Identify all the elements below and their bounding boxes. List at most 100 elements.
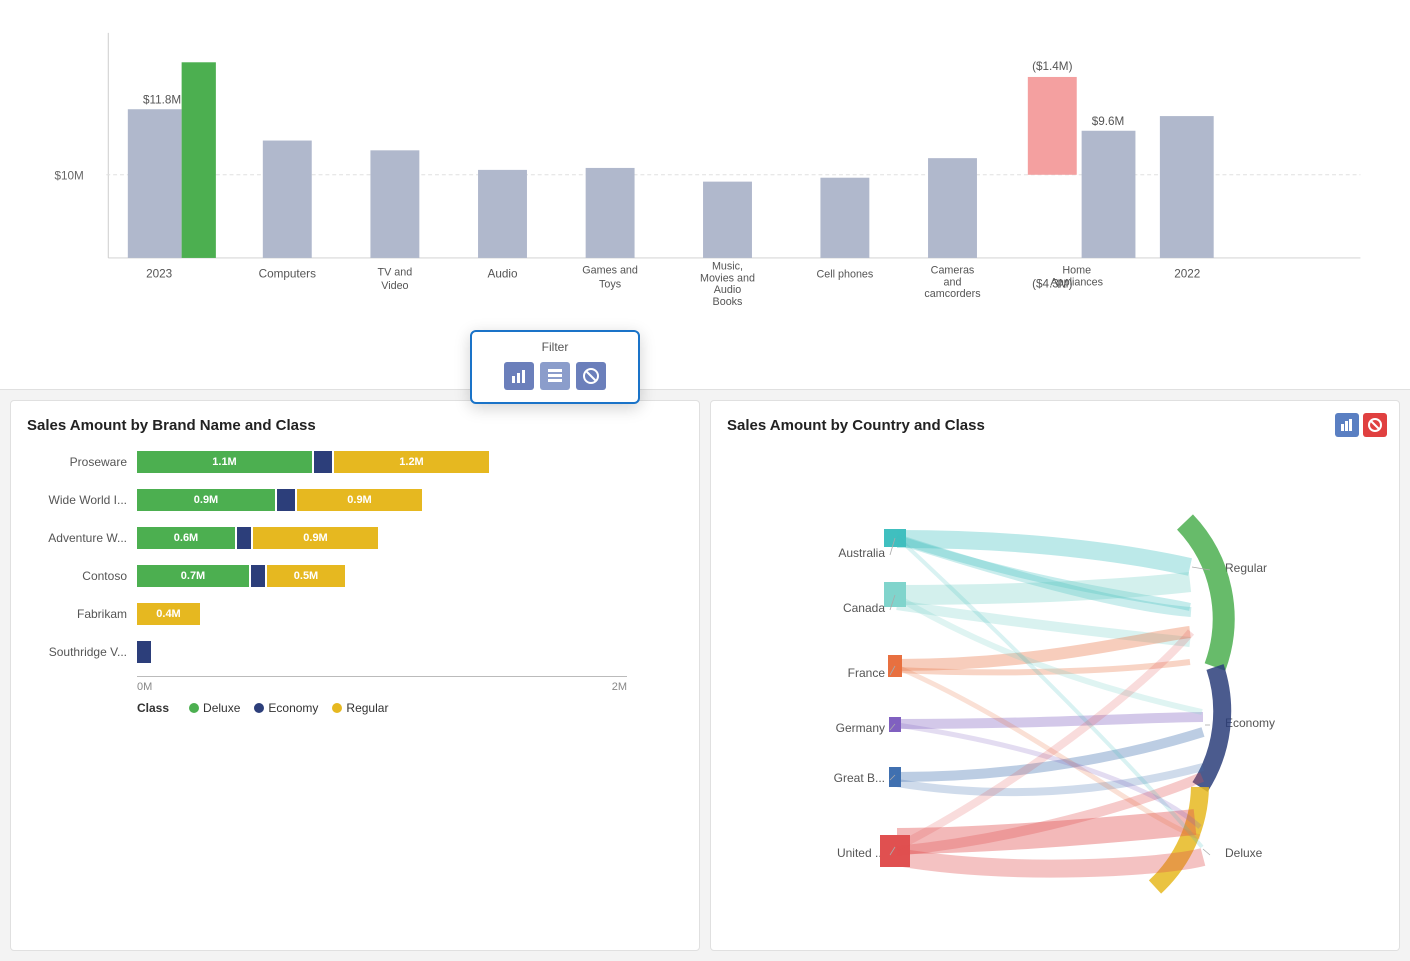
bar-adventure-navy[interactable] bbox=[237, 527, 251, 549]
bar-cell-phones[interactable] bbox=[820, 178, 869, 258]
country-germany: Germany bbox=[836, 721, 885, 735]
country-australia: Australia bbox=[838, 546, 885, 560]
bar-adventure-gold[interactable]: 0.9M bbox=[253, 527, 378, 549]
hbar-row-adventure: Adventure W... 0.6M 0.9M bbox=[27, 524, 683, 552]
xlabel-movies: Movies and bbox=[700, 272, 755, 284]
xlabel-games: Games and bbox=[582, 265, 638, 277]
bar-2023-green[interactable] bbox=[182, 62, 216, 258]
xlabel-tv-video: TV and bbox=[378, 267, 413, 279]
legend-regular: Regular bbox=[332, 701, 388, 715]
right-panel-chart-btn[interactable] bbox=[1335, 413, 1359, 437]
y-axis-label: $10M bbox=[54, 170, 83, 183]
hbar-row-contoso: Contoso 0.7M 0.5M bbox=[27, 562, 683, 590]
xlabel-computers: Computers bbox=[259, 268, 316, 281]
hbar-bars-contoso: 0.7M 0.5M bbox=[137, 565, 345, 587]
top-chart-section: $10M $11.8M ($1.4M) bbox=[0, 0, 1410, 390]
axis-label-2m: 2M bbox=[382, 681, 627, 693]
bar-cameras[interactable] bbox=[928, 158, 977, 258]
xlabel-books: Books bbox=[713, 296, 743, 308]
filter-table-btn[interactable] bbox=[540, 362, 570, 390]
xlabel-video: Video bbox=[381, 280, 408, 292]
filter-bar-chart-btn[interactable] bbox=[504, 362, 534, 390]
hbar-row-wide-world: Wide World I... 0.9M 0.9M bbox=[27, 486, 683, 514]
bar-tv-video[interactable] bbox=[370, 150, 419, 258]
hbar-row-southridge: Southridge V... bbox=[27, 638, 683, 666]
ribbon-france-regular bbox=[897, 632, 1190, 665]
bar-fabrikam-gold[interactable]: 0.4M bbox=[137, 603, 200, 625]
legend-dot-deluxe bbox=[189, 703, 199, 713]
bar-southridge-navy[interactable] bbox=[137, 641, 151, 663]
filter-popup-icons bbox=[484, 362, 626, 390]
bar-wide-world-navy[interactable] bbox=[277, 489, 295, 511]
xlabel-audio-books: Audio bbox=[714, 284, 742, 296]
hbar-label-proseware: Proseware bbox=[27, 455, 137, 469]
bar-audio[interactable] bbox=[478, 170, 527, 258]
xlabel-2022: 2022 bbox=[1174, 268, 1200, 281]
bar-home-appliances-pink[interactable] bbox=[1028, 77, 1077, 175]
hbar-bars-adventure: 0.6M 0.9M bbox=[137, 527, 378, 549]
hbar-bars-wide-world: 0.9M 0.9M bbox=[137, 489, 422, 511]
xlabel-home: Home bbox=[1062, 265, 1091, 277]
xlabel-camcorders: camcorders bbox=[924, 288, 980, 300]
country-canada: Canada bbox=[843, 601, 885, 615]
country-france: France bbox=[848, 666, 886, 680]
panel-icons-top bbox=[1335, 413, 1387, 437]
xlabel-music: Music, bbox=[712, 261, 743, 273]
xlabel-toys: Toys bbox=[599, 278, 621, 290]
right-panel-cancel-btn[interactable] bbox=[1363, 413, 1387, 437]
legend-label-regular: Regular bbox=[346, 701, 388, 715]
hbar-chart: Proseware 1.1M 1.2M Wide World I... 0.9M… bbox=[27, 448, 683, 755]
value-9.6m: $9.6M bbox=[1092, 115, 1125, 128]
bar-2023-gray[interactable] bbox=[128, 109, 182, 258]
filter-popup-title: Filter bbox=[484, 340, 626, 354]
hbar-label-fabrikam: Fabrikam bbox=[27, 607, 137, 621]
legend-label-deluxe: Deluxe bbox=[203, 701, 240, 715]
hbar-bars-southridge bbox=[137, 641, 151, 663]
ribbon-united-deluxe2 bbox=[897, 857, 1203, 869]
bar-home-appliances-gray[interactable] bbox=[1082, 131, 1136, 258]
bar-games-toys[interactable] bbox=[586, 168, 635, 258]
hbar-bars-fabrikam: 0.4M bbox=[137, 603, 200, 625]
country-united: United ... bbox=[837, 846, 885, 860]
class-regular: Regular bbox=[1225, 561, 1267, 575]
bar-proseware-gold[interactable]: 1.2M bbox=[334, 451, 489, 473]
hbar-bars-proseware: 1.1M 1.2M bbox=[137, 451, 489, 473]
xlabel-cell: Cell phones bbox=[817, 269, 874, 281]
hbar-label-adventure: Adventure W... bbox=[27, 531, 137, 545]
bar-wide-world-gold[interactable]: 0.9M bbox=[297, 489, 422, 511]
bar-computers[interactable] bbox=[263, 141, 312, 258]
class-economy: Economy bbox=[1225, 716, 1275, 730]
xlabel-appliances: Appliances bbox=[1050, 276, 1103, 288]
bar-contoso-gold[interactable]: 0.5M bbox=[267, 565, 345, 587]
bar-adventure-green[interactable]: 0.6M bbox=[137, 527, 235, 549]
hbar-row-fabrikam: Fabrikam 0.4M bbox=[27, 600, 683, 628]
value-neg-1.4m: ($1.4M) bbox=[1032, 60, 1072, 73]
arc-regular bbox=[1185, 522, 1224, 667]
legend: Class Deluxe Economy Regular bbox=[137, 701, 683, 715]
xlabel-audio: Audio bbox=[488, 268, 518, 281]
bar-wide-world-green[interactable]: 0.9M bbox=[137, 489, 275, 511]
hbar-label-southridge: Southridge V... bbox=[27, 645, 137, 659]
bar-2022[interactable] bbox=[1160, 116, 1214, 258]
right-panel: Sales Amount by Country and Class Austra… bbox=[710, 400, 1400, 951]
top-bar-chart: $10M $11.8M ($1.4M) bbox=[30, 20, 1380, 310]
legend-label-economy: Economy bbox=[268, 701, 318, 715]
xlabel-2023: 2023 bbox=[146, 268, 172, 281]
left-panel: Sales Amount by Brand Name and Class Pro… bbox=[10, 400, 700, 951]
chord-svg: Australia Canada France Germany Great B.… bbox=[795, 467, 1315, 907]
xlabel-cameras: Cameras bbox=[931, 265, 975, 277]
xlabel-and: and bbox=[944, 276, 962, 288]
filter-popup: Filter bbox=[470, 330, 640, 404]
legend-deluxe: Deluxe bbox=[189, 701, 240, 715]
legend-class-label: Class bbox=[137, 701, 169, 715]
bar-contoso-green[interactable]: 0.7M bbox=[137, 565, 249, 587]
bar-proseware-navy[interactable] bbox=[314, 451, 332, 473]
bar-music[interactable] bbox=[703, 182, 752, 258]
bar-contoso-navy[interactable] bbox=[251, 565, 265, 587]
bar-proseware-green[interactable]: 1.1M bbox=[137, 451, 312, 473]
axis-label-0m: 0M bbox=[137, 681, 382, 693]
value-11.8m: $11.8M bbox=[143, 93, 181, 106]
filter-block-btn[interactable] bbox=[576, 362, 606, 390]
right-panel-title: Sales Amount by Country and Class bbox=[727, 417, 1383, 434]
bottom-panels: Sales Amount by Brand Name and Class Pro… bbox=[0, 390, 1410, 961]
